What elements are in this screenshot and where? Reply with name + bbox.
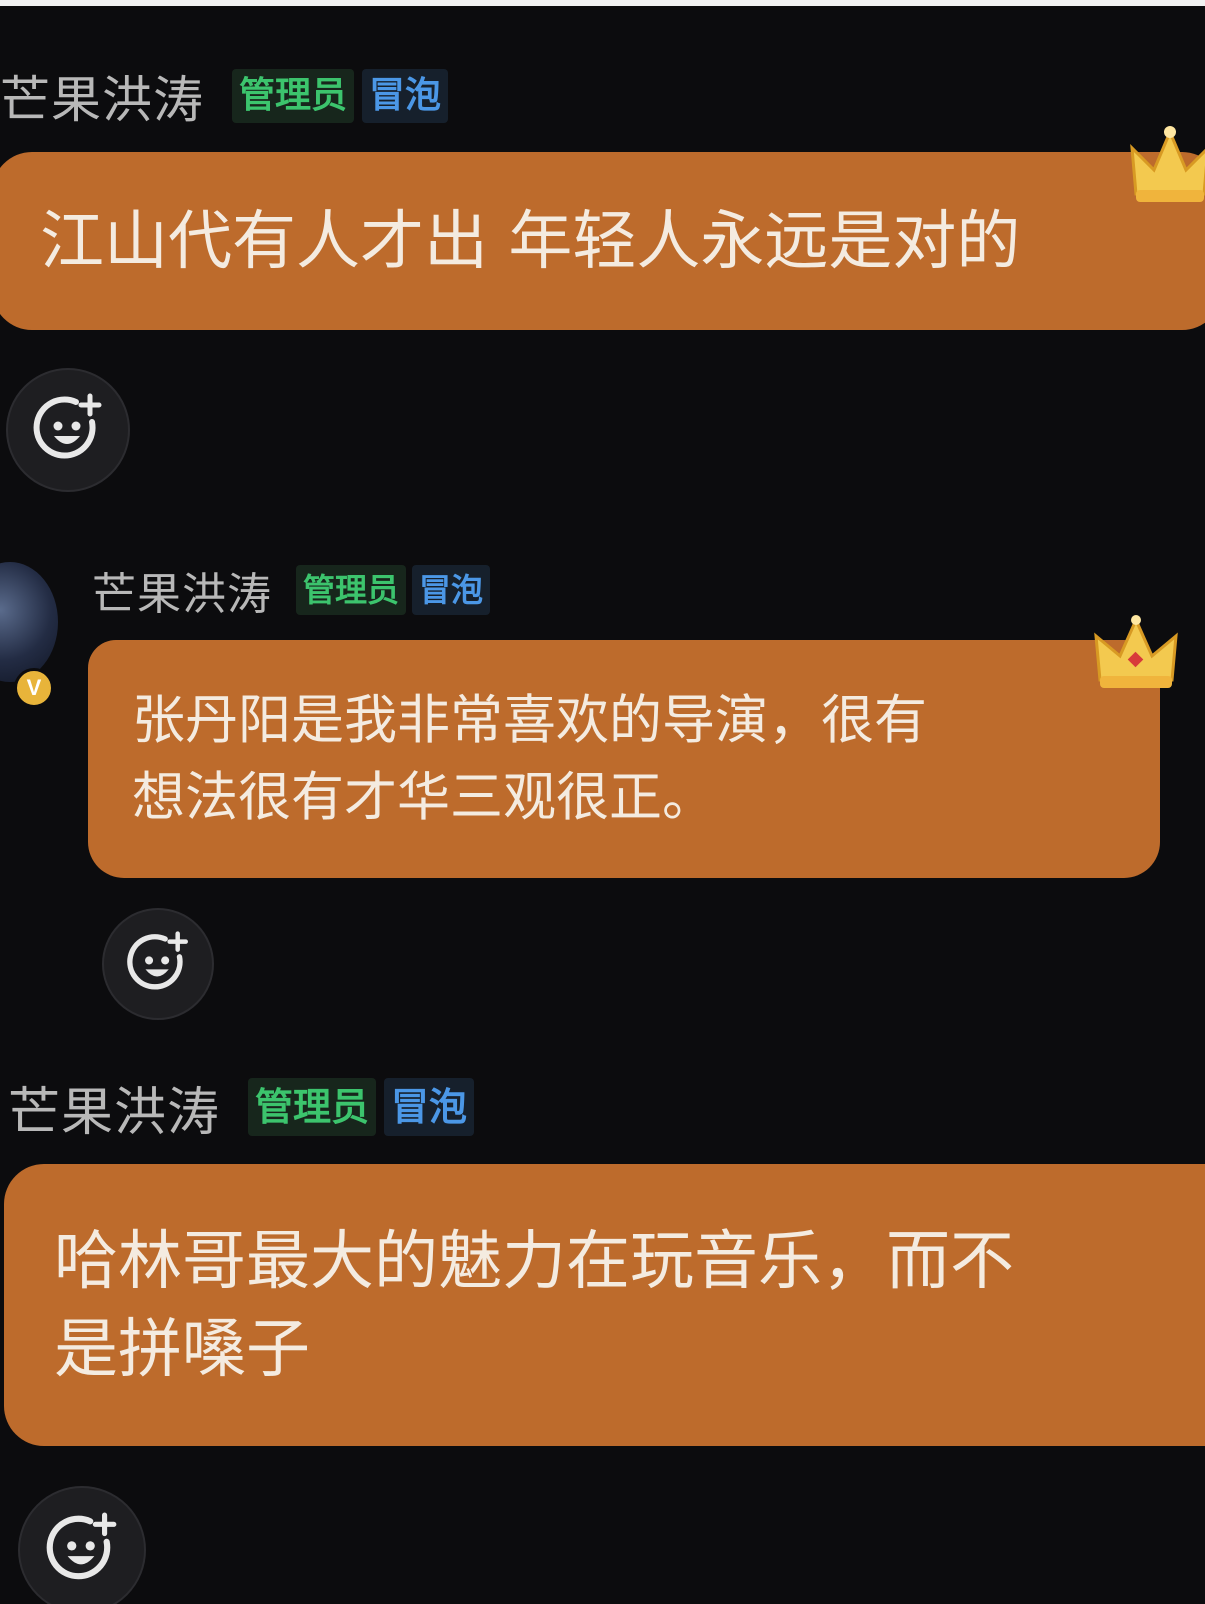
emoji-add-icon <box>33 393 102 459</box>
bubble-badge: 冒泡 <box>384 1078 475 1136</box>
message-text: 江山代有人才出 年轻人永远是对的 <box>40 205 1021 279</box>
chat-screen: 芒果洪涛 管理员 冒泡 江山代有人才出 年轻人永远是对的 V 芒果洪涛 管理员 … <box>0 0 1205 1604</box>
message-text-line-2: 想法很有才华三观很正。 <box>132 767 715 828</box>
emoji-add-icon <box>46 1512 117 1580</box>
add-reaction-button[interactable] <box>6 368 130 492</box>
message-header: 芒果洪涛 管理员 冒泡 <box>92 558 491 622</box>
username[interactable]: 芒果洪涛 <box>0 60 204 132</box>
bubble-badge: 冒泡 <box>412 565 491 615</box>
verified-badge: V <box>14 668 54 708</box>
emoji-add-icon <box>127 931 188 990</box>
message-header: 芒果洪涛 管理员 冒泡 <box>8 1074 475 1143</box>
message-bubble[interactable]: 江山代有人才出 年轻人永远是对的 <box>0 152 1205 330</box>
bubble-badge: 冒泡 <box>362 69 449 123</box>
admin-badge: 管理员 <box>232 69 355 123</box>
message-header: 芒果洪涛 管理员 冒泡 <box>0 64 449 129</box>
username[interactable]: 芒果洪涛 <box>92 558 272 622</box>
crown-icon <box>1094 615 1178 688</box>
add-reaction-button[interactable] <box>102 908 214 1020</box>
message-bubble[interactable]: 张丹阳是我非常喜欢的导演，很有 想法很有才华三观很正。 <box>88 640 1160 878</box>
message-bubble[interactable]: 哈林哥最大的魅力在玩音乐，而不 是拼嗓子 <box>4 1164 1205 1446</box>
top-edge <box>0 0 1205 6</box>
message-text-line-1: 张丹阳是我非常喜欢的导演，很有 <box>132 690 927 751</box>
crown-icon <box>1130 126 1205 202</box>
message-text-line-2: 是拼嗓子 <box>54 1313 310 1387</box>
avatar[interactable] <box>0 562 58 682</box>
message-text-line-1: 哈林哥最大的魅力在玩音乐，而不 <box>54 1225 1014 1299</box>
username[interactable]: 芒果洪涛 <box>8 1070 220 1145</box>
admin-badge: 管理员 <box>248 1078 377 1136</box>
add-reaction-button[interactable] <box>18 1486 146 1604</box>
admin-badge: 管理员 <box>296 565 407 615</box>
